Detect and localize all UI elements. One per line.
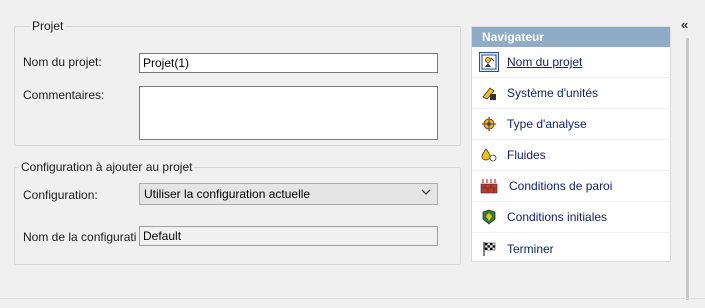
nav-item-label: Système d'unités <box>507 86 599 100</box>
configuration-label: Configuration: <box>23 188 98 202</box>
fluids-icon <box>480 146 498 164</box>
nav-item-label: Conditions initiales <box>507 210 608 224</box>
side-panel-divider[interactable] <box>686 38 689 300</box>
configuration-group: Configuration à ajouter au projet Config… <box>14 160 461 265</box>
project-name-icon <box>479 52 499 72</box>
comments-label: Commentaires: <box>23 88 105 102</box>
nav-item-fluids[interactable]: Fluides <box>472 140 670 171</box>
nav-item-initial-conditions[interactable]: Conditions initiales <box>472 202 670 233</box>
nav-item-label: Fluides <box>507 148 546 162</box>
configuration-name-field[interactable]: Default <box>139 226 438 246</box>
chevron-down-icon <box>421 187 431 199</box>
project-name-label: Nom du projet: <box>23 55 102 69</box>
initial-conditions-icon <box>480 208 498 226</box>
project-group: Projet Nom du projet: Projet(1) Commenta… <box>14 19 461 146</box>
project-name-input[interactable]: Projet(1) <box>139 53 438 73</box>
nav-item-project-name[interactable]: Nom du projet <box>472 47 670 78</box>
navigator-title: Navigateur <box>472 27 670 47</box>
collapse-panel-button[interactable]: « <box>681 18 695 34</box>
units-system-icon <box>480 84 498 102</box>
project-group-title: Projet <box>30 19 66 33</box>
wizard-form: Projet Nom du projet: Projet(1) Commenta… <box>6 10 461 295</box>
navigator-panel: Navigateur Nom du projet Système d'unité… <box>471 26 671 262</box>
finish-flag-icon <box>480 240 498 258</box>
nav-item-label: Terminer <box>507 241 554 256</box>
nav-item-finish[interactable]: Terminer <box>472 233 670 264</box>
nav-item-units-system[interactable]: Système d'unités <box>472 78 670 109</box>
configuration-dropdown-value: Utiliser la configuration actuelle <box>144 187 311 201</box>
configuration-dropdown[interactable]: Utiliser la configuration actuelle <box>139 183 438 205</box>
nav-item-label: Nom du projet <box>507 55 583 69</box>
comments-textarea[interactable] <box>139 86 438 140</box>
configuration-group-title: Configuration à ajouter au projet <box>19 160 195 174</box>
bottom-divider <box>0 298 705 299</box>
analysis-type-icon <box>480 115 498 133</box>
nav-item-label: Conditions de paroi <box>509 179 613 193</box>
configuration-name-label: Nom de la configurati <box>23 230 137 244</box>
wall-conditions-icon <box>480 177 498 195</box>
nav-item-wall-conditions[interactable]: Conditions de paroi <box>472 171 670 202</box>
nav-item-analysis-type[interactable]: Type d'analyse <box>472 109 670 140</box>
nav-item-label: Type d'analyse <box>507 117 587 131</box>
